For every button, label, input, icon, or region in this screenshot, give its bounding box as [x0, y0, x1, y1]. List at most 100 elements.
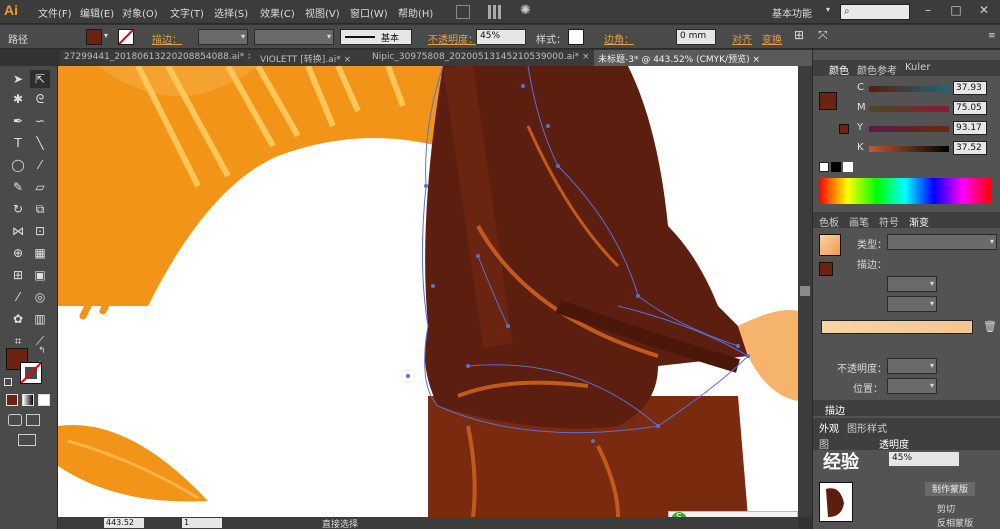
maximize-button[interactable]: □ [946, 3, 966, 21]
none-mode-icon[interactable] [38, 394, 50, 406]
channel-m-input[interactable]: 75.05 [953, 101, 987, 115]
none-swatch[interactable] [819, 162, 829, 172]
default-colors-icon[interactable] [4, 378, 12, 386]
channel-k-slider[interactable] [869, 146, 949, 152]
magic-wand-icon[interactable]: ✱ [8, 90, 28, 108]
menu-type[interactable]: 文字(T) [170, 5, 204, 20]
style-swatch[interactable] [568, 29, 584, 45]
panel-menu-icon[interactable]: ≡ [988, 31, 996, 41]
black-swatch[interactable] [831, 162, 841, 172]
tab-color-guide[interactable]: 颜色参考 [857, 62, 897, 77]
tab-graphic-styles[interactable]: 图形样式 [847, 420, 887, 435]
channel-y-input[interactable]: 93.17 [953, 121, 987, 135]
corner-label[interactable]: 边角： [604, 31, 634, 46]
transform-link[interactable]: 变换 [762, 31, 782, 46]
menu-window[interactable]: 窗口(W) [350, 5, 388, 20]
menu-select[interactable]: 选择(S) [214, 5, 248, 20]
menu-view[interactable]: 视图(V) [305, 5, 340, 20]
chevron-down-icon[interactable]: ▾ [826, 5, 830, 14]
gradient-tool-icon[interactable]: ▣ [30, 266, 50, 284]
eyedropper-icon[interactable]: ⁄ [8, 288, 28, 306]
align-link[interactable]: 对齐 [732, 31, 752, 46]
menu-file[interactable]: 文件(F) [38, 5, 72, 20]
tab-doc-3[interactable]: Nipic_30975808_20200513145210539000.ai* … [368, 50, 590, 66]
rotate-icon[interactable]: ↻ [8, 200, 28, 218]
delete-stop-icon[interactable]: 🗑 [983, 320, 997, 333]
panel-stroke-swatch[interactable] [839, 124, 849, 134]
gradient-aspect-input[interactable]: ▾ [887, 296, 937, 312]
tab-doc-1[interactable]: 27299441_20180613220208854088.ai* × [60, 50, 250, 66]
width-tool-icon[interactable]: ⋈ [8, 222, 28, 240]
close-icon[interactable]: × [752, 55, 760, 65]
gradient-angle-input[interactable]: ▾ [887, 276, 937, 292]
menu-help[interactable]: 帮助(H) [398, 5, 433, 20]
tab-swatches[interactable]: 色板 [819, 214, 839, 229]
stroke-weight-dropdown[interactable]: ▾ [198, 29, 248, 45]
vertical-scrollbar[interactable] [798, 66, 812, 517]
stroke-label[interactable]: 描边： [152, 31, 182, 46]
channel-m-slider[interactable] [869, 106, 949, 112]
tab-appearance[interactable]: 外观 [819, 420, 839, 435]
swap-colors-icon[interactable]: ↰ [38, 346, 46, 356]
menu-edit[interactable]: 编辑(E) [80, 5, 114, 20]
opacity-input[interactable]: 45% [476, 29, 526, 45]
variable-width-dropdown[interactable]: ▾ [254, 29, 334, 45]
workspace-switcher[interactable]: 基本功能 [772, 5, 812, 20]
blend-tool-icon[interactable]: ◎ [30, 288, 50, 306]
isolate-icon[interactable]: ⊞ [794, 28, 804, 42]
tab-doc-4[interactable]: 未标题-3* @ 443.52% (CMYK/预览) × [594, 50, 812, 66]
mesh-tool-icon[interactable]: ⊞ [8, 266, 28, 284]
close-icon[interactable]: × [344, 55, 352, 65]
channel-c-input[interactable]: 37.93 [953, 81, 987, 95]
eraser-icon[interactable]: ▱ [30, 178, 50, 196]
menu-object[interactable]: 对象(O) [122, 5, 158, 20]
ellipse-tool-icon[interactable]: ◯ [8, 156, 28, 174]
tab-stroke[interactable]: 描边 [825, 402, 845, 417]
artboard-canvas[interactable]: S 英 [58, 66, 798, 517]
graph-tool-icon[interactable]: ▥ [30, 310, 50, 328]
gradient-mode-icon[interactable] [22, 394, 34, 406]
corner-input[interactable]: 0 mm [676, 29, 716, 45]
transparency-opacity-input[interactable]: 45% [889, 452, 959, 466]
free-transform-icon[interactable]: ⊡ [30, 222, 50, 240]
clip-checkbox-label[interactable]: 剪切 [937, 502, 955, 515]
gradient-opacity-input[interactable]: ▾ [887, 358, 937, 374]
zoom-input[interactable]: 443.52 [104, 518, 144, 528]
panel-fill-swatch[interactable] [819, 92, 837, 110]
tab-color[interactable]: 颜色 [829, 62, 849, 77]
shape-builder-icon[interactable]: ⊕ [8, 244, 28, 262]
pen-tool-icon[interactable]: ✒ [8, 112, 28, 130]
arrange-docs-icon[interactable] [488, 5, 502, 19]
tab-kuler[interactable]: Kuler [905, 62, 930, 73]
options-icon[interactable]: ⤧ [818, 28, 828, 43]
brush-profile-dropdown[interactable]: 基本 [340, 29, 412, 45]
gradient-slider[interactable] [821, 320, 973, 334]
fill-chevron-icon[interactable]: ▾ [104, 31, 108, 40]
stroke-color-box[interactable] [20, 362, 42, 384]
invert-mask-checkbox-label[interactable]: 反相蒙版 [937, 516, 973, 529]
tab-symbols[interactable]: 符号 [879, 214, 899, 229]
scale-icon[interactable]: ⧉ [30, 200, 50, 218]
line-tool-icon[interactable]: ╲ [30, 134, 50, 152]
draw-mode-icon[interactable] [8, 414, 22, 426]
direct-selection-tool-icon[interactable]: ⇱ [30, 70, 50, 88]
page-input[interactable]: 1 [182, 518, 222, 528]
tab-doc-2[interactable]: VIOLETT [转换].ai* × [256, 50, 364, 66]
draw-behind-icon[interactable] [26, 414, 40, 426]
search-input[interactable]: ⌕ [840, 4, 910, 20]
white-swatch[interactable] [843, 162, 853, 172]
gradient-preview[interactable] [819, 234, 841, 256]
curvature-tool-icon[interactable]: ∽ [30, 112, 50, 130]
scrollbar-thumb[interactable] [800, 286, 810, 296]
bridge-icon[interactable] [456, 5, 470, 19]
channel-c-slider[interactable] [869, 86, 949, 92]
channel-k-input[interactable]: 37.52 [953, 141, 987, 155]
mask-thumbnail[interactable] [819, 482, 853, 522]
minimize-button[interactable]: – [918, 3, 938, 21]
paintbrush-icon[interactable]: ⁄ [30, 156, 50, 174]
screen-mode-icon[interactable] [18, 434, 36, 446]
channel-y-slider[interactable] [869, 126, 949, 132]
tab-transparency[interactable]: 透明度 [879, 436, 909, 451]
tab-brushes[interactable]: 画笔 [849, 214, 869, 229]
selection-tool-icon[interactable]: ➤ [8, 70, 28, 88]
